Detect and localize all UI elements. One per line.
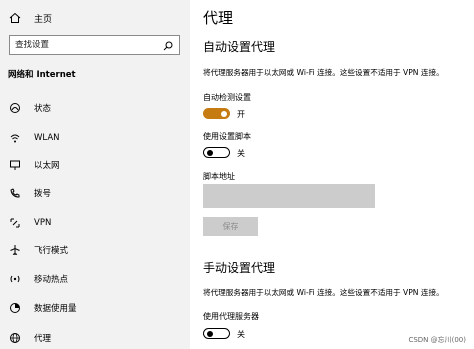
ethernet-icon	[8, 159, 22, 171]
sidebar-item-label: 数据使用量	[34, 304, 77, 314]
sidebar-item-label: 移动热点	[34, 275, 69, 285]
sidebar-item-label: VPN	[34, 218, 52, 228]
search-input[interactable]	[15, 40, 155, 50]
sidebar-item-wlan[interactable]: WLAN	[0, 128, 190, 148]
sidebar-item-dialup[interactable]: 拨号	[0, 183, 190, 203]
setup-script-toggle[interactable]	[203, 147, 230, 158]
home-link[interactable]: 主页	[9, 10, 52, 26]
auto-detect-toggle[interactable]	[203, 108, 230, 119]
auto-detect-state: 开	[237, 110, 245, 119]
sidebar-item-label: 状态	[34, 104, 52, 114]
setup-script-state: 关	[237, 149, 245, 158]
sidebar-item-data-usage[interactable]: 数据使用量	[0, 298, 190, 318]
hotspot-icon	[8, 273, 22, 285]
page-title: 代理	[203, 9, 234, 27]
vpn-icon	[8, 217, 22, 229]
use-proxy-label: 使用代理服务器	[203, 312, 259, 321]
sidebar-item-label: WLAN	[34, 133, 60, 143]
sidebar-item-label: 飞行模式	[34, 246, 69, 256]
sidebar: 主页 网络和 Internet 状态 WLAN 以太网 拨号	[0, 0, 190, 349]
data-usage-icon	[8, 302, 22, 314]
sidebar-item-label: 以太网	[34, 161, 60, 171]
airplane-icon	[8, 244, 22, 256]
sidebar-item-ethernet[interactable]: 以太网	[0, 155, 190, 175]
toggle-knob	[207, 149, 213, 156]
sidebar-item-label: 拨号	[34, 189, 52, 199]
sidebar-item-label: 代理	[34, 334, 52, 344]
auto-proxy-description: 将代理服务器用于以太网或 Wi-Fi 连接。这些设置不适用于 VPN 连接。	[203, 68, 444, 77]
home-icon	[9, 12, 23, 24]
watermark: CSDN @忘川(00)	[408, 336, 466, 344]
manual-proxy-heading: 手动设置代理	[203, 261, 276, 275]
auto-proxy-heading: 自动设置代理	[203, 40, 276, 54]
section-title: 网络和 Internet	[8, 70, 76, 80]
sidebar-item-proxy[interactable]: 代理	[0, 328, 190, 348]
globe-icon	[8, 332, 22, 344]
toggle-knob	[221, 110, 227, 117]
script-address-label: 脚本地址	[203, 172, 235, 181]
search-icon[interactable]	[163, 36, 173, 55]
main-panel: 代理 自动设置代理 将代理服务器用于以太网或 Wi-Fi 连接。这些设置不适用于…	[190, 0, 474, 349]
setup-script-label: 使用设置脚本	[203, 132, 251, 141]
sidebar-item-status[interactable]: 状态	[0, 98, 190, 118]
search-box[interactable]	[9, 35, 180, 55]
use-proxy-state: 关	[237, 330, 245, 339]
sidebar-item-vpn[interactable]: VPN	[0, 213, 190, 233]
sidebar-item-hotspot[interactable]: 移动热点	[0, 269, 190, 289]
manual-proxy-description: 将代理服务器用于以太网或 Wi-Fi 连接。这些设置不适用于 VPN 连接。	[203, 288, 444, 297]
save-button[interactable]: 保存	[203, 217, 258, 236]
status-icon	[8, 102, 22, 114]
auto-detect-label: 自动检测设置	[203, 93, 251, 102]
sidebar-item-airplane[interactable]: 飞行模式	[0, 240, 190, 260]
use-proxy-toggle[interactable]	[203, 328, 230, 339]
toggle-knob	[207, 330, 213, 337]
home-label: 主页	[34, 14, 53, 25]
wifi-icon	[8, 132, 22, 144]
script-address-input[interactable]	[203, 184, 375, 208]
dialup-icon	[8, 187, 22, 199]
